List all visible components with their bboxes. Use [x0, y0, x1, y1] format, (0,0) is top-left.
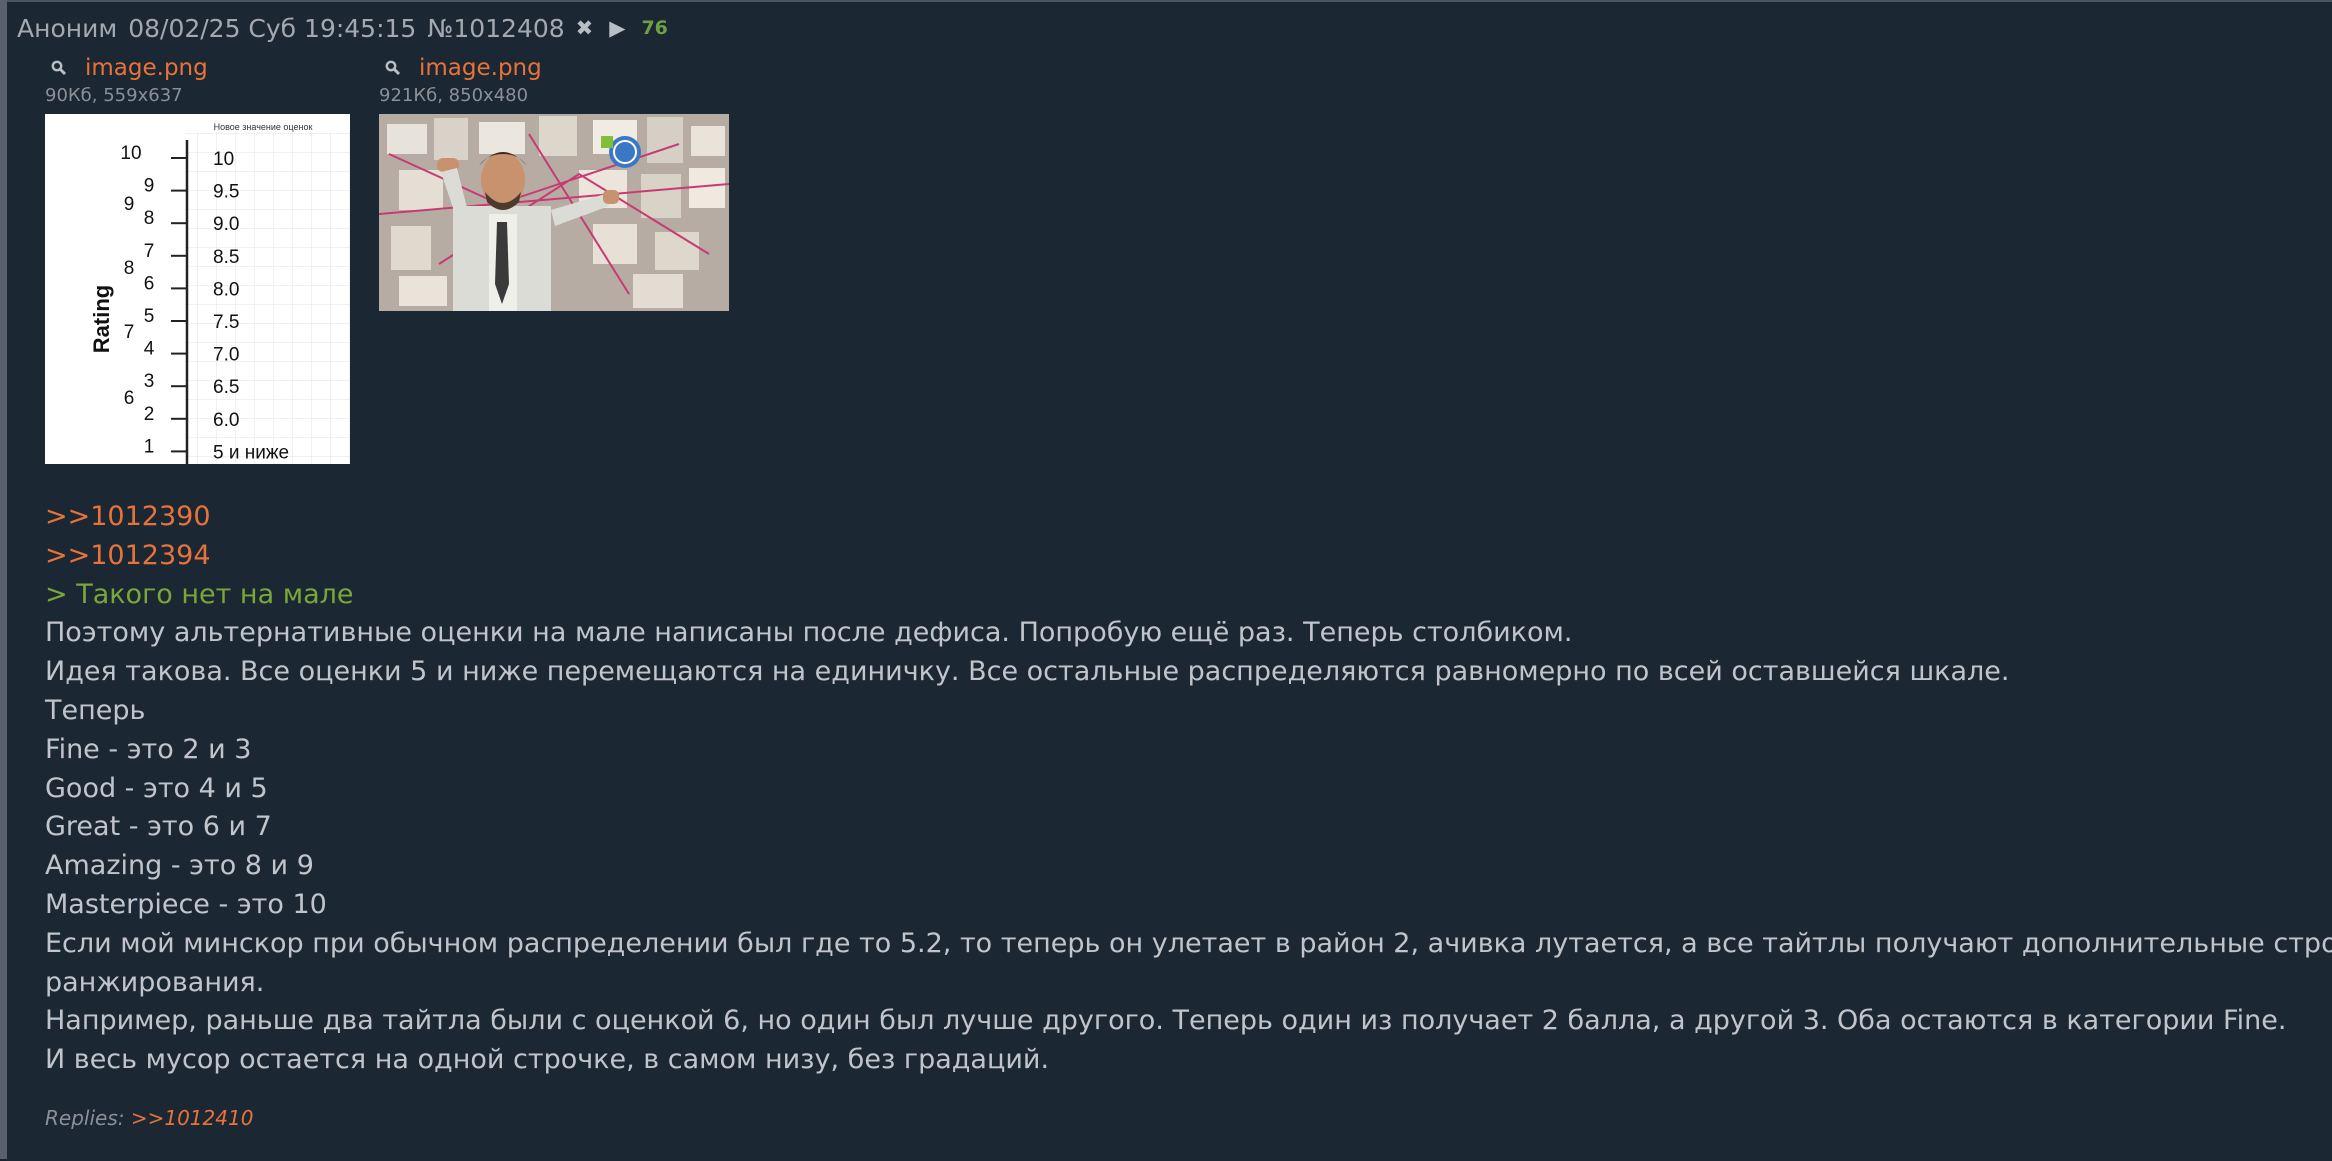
- author-name: Аноним: [17, 13, 118, 43]
- file-attachment-1: image.png 90Кб, 559x637 Новое значение о…: [45, 54, 350, 464]
- scale-left-number: 4: [144, 339, 155, 360]
- scale-right-value: 5 и ниже: [213, 442, 289, 463]
- scale-header: Новое значение оценок: [214, 122, 313, 132]
- post-header: Аноним 08/02/25 Суб 19:45:15 №1012408 ✖ …: [17, 11, 679, 45]
- scale-right-value: 6.0: [213, 410, 239, 431]
- body-line: Amazing - это 8 и 9: [45, 850, 314, 882]
- body-line: Good - это 4 и 5: [45, 772, 268, 804]
- reply-backlink[interactable]: >>1012410: [131, 1106, 254, 1130]
- scale-right-value: 7.0: [213, 345, 239, 366]
- body-line: Поэтому альтернативные оценки на мале на…: [45, 617, 1573, 649]
- thread-indent-bar: [0, 0, 7, 1159]
- reply-link[interactable]: >>1012390: [45, 498, 2332, 537]
- scale-right-value: 9.5: [213, 182, 239, 203]
- scale-group-number: 6: [124, 388, 135, 409]
- file-attachment-2: image.png 921Кб, 850x480: [379, 54, 729, 311]
- scale-left-number: 2: [144, 404, 155, 425]
- scale-left-number: 1: [144, 436, 155, 457]
- scale-right-value: 8.5: [213, 247, 239, 268]
- body-line: Masterpiece - это 10: [45, 888, 327, 920]
- body-line: ранжирования.: [45, 966, 265, 998]
- post-body: >>1012390 >>1012394 > Такого нет на мале…: [45, 498, 2332, 1080]
- body-line: Например, раньше два тайтла были с оценк…: [45, 1005, 2287, 1037]
- body-line: Fine - это 2 и 3: [45, 733, 252, 765]
- close-icon[interactable]: ✖: [576, 16, 594, 40]
- scale-group-number: 8: [124, 258, 135, 279]
- scale-right-value: 6.5: [213, 377, 239, 398]
- scale-axis-label: Rating: [89, 285, 114, 353]
- play-icon[interactable]: ▶: [609, 16, 625, 40]
- reply-link[interactable]: >>1012394: [45, 537, 2332, 576]
- replies-footer: Replies: >>1012410: [45, 1106, 253, 1130]
- reply-count-badge[interactable]: 76: [641, 17, 667, 39]
- replies-label: Replies:: [45, 1106, 125, 1130]
- file-meta: 90Кб, 559x637: [45, 85, 183, 106]
- scale-right-value: 10: [213, 149, 234, 170]
- body-line: Идея такова. Все оценки 5 и ниже перемещ…: [45, 656, 2010, 688]
- body-line: Если мой минскор при обычном распределен…: [45, 927, 2332, 959]
- magnifier-icon[interactable]: [51, 60, 67, 76]
- body-line: И весь мусор остается на одной строчке, …: [45, 1044, 1050, 1076]
- scale-group-number: 7: [124, 322, 135, 343]
- post: Аноним 08/02/25 Суб 19:45:15 №1012408 ✖ …: [7, 0, 2332, 1161]
- file-name-link[interactable]: image.png: [85, 55, 208, 81]
- scale-left-number: 8: [144, 208, 155, 229]
- image-thumbnail-rating-scale[interactable]: Новое значение оценок 10 10 9 9.5 8 9.0 7 8.5 6 8…: [45, 114, 350, 464]
- scale-left-number: 10: [120, 143, 141, 164]
- scale-group-number: 9: [124, 194, 135, 215]
- magnifier-icon[interactable]: [385, 60, 401, 76]
- quote-text: > Такого нет на мале: [45, 578, 354, 610]
- post-datetime: 08/02/25 Суб 19:45:15: [128, 13, 417, 43]
- file-name-link[interactable]: image.png: [419, 55, 542, 81]
- file-meta: 921Кб, 850x480: [379, 85, 529, 106]
- image-thumbnail-conspiracy-meme[interactable]: [379, 114, 729, 311]
- scale-left-number: 7: [144, 241, 155, 262]
- scale-right-value: 7.5: [213, 312, 239, 333]
- scale-left-number: 3: [144, 371, 155, 392]
- scale-left-number: 9: [144, 176, 155, 197]
- scale-left-number: 6: [144, 273, 155, 294]
- body-line: Great - это 6 и 7: [45, 811, 272, 843]
- scale-right-value: 8.0: [213, 279, 239, 300]
- post-number[interactable]: №1012408: [427, 14, 564, 43]
- scale-right-value: 9.0: [213, 214, 239, 235]
- scale-left-number: 5: [144, 306, 155, 327]
- body-line: Теперь: [45, 694, 146, 726]
